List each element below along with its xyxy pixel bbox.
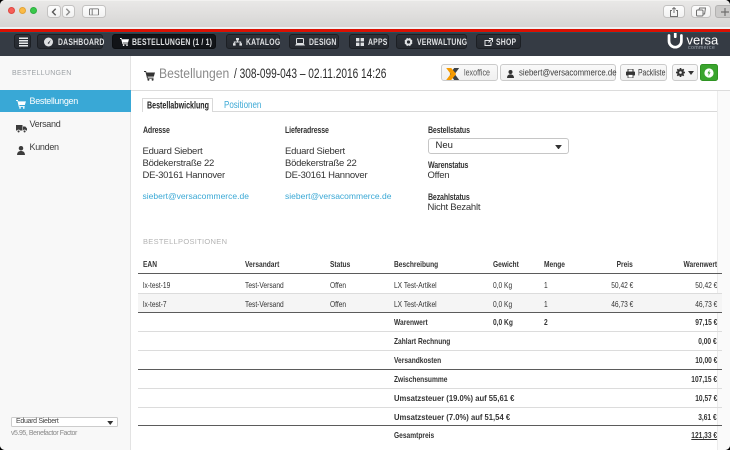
svg-text:commerce: commerce: [688, 45, 715, 51]
